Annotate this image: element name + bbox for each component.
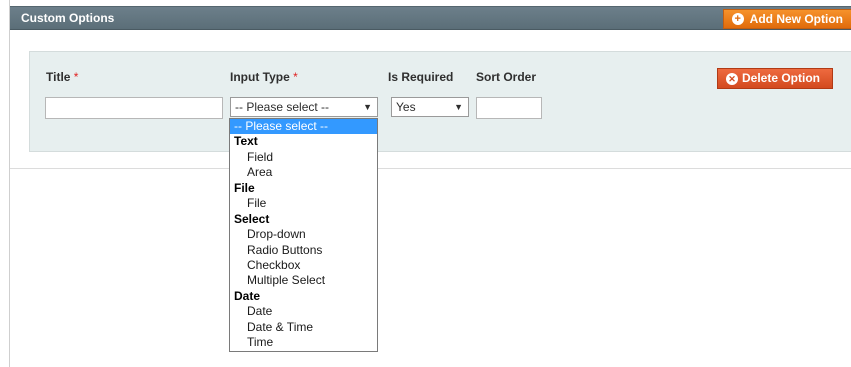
input-type-dropdown-list[interactable]: -- Please select -- Text Field Area File File… xyxy=(229,118,378,352)
title-label: Title * xyxy=(46,70,79,84)
dropdown-option[interactable]: Area xyxy=(230,165,377,180)
dropdown-option[interactable]: File xyxy=(230,196,377,211)
option-row: Title * Input Type * Is Required Sort Or… xyxy=(29,51,851,152)
dropdown-option[interactable]: -- Please select -- xyxy=(230,119,377,135)
add-new-option-button[interactable]: + Add New Option xyxy=(722,9,851,29)
plus-icon: + xyxy=(731,13,744,25)
is-required-label: Is Required xyxy=(388,70,454,84)
dropdown-group-label: Text xyxy=(234,134,258,149)
dropdown-option[interactable]: Checkbox xyxy=(230,258,377,273)
is-required-select[interactable]: Yes ▼ xyxy=(391,97,469,117)
divider xyxy=(10,168,851,169)
add-new-option-label: Add New Option xyxy=(749,12,843,26)
title-input[interactable] xyxy=(45,97,223,119)
custom-options-panel: Custom Options + Add New Option Title * … xyxy=(9,0,851,367)
dropdown-option[interactable]: Drop-down xyxy=(230,227,377,242)
input-type-label: Input Type * xyxy=(230,70,298,84)
close-icon: ✕ xyxy=(726,73,738,85)
dropdown-group-label: Select xyxy=(234,211,270,226)
section-header: Custom Options + Add New Option xyxy=(10,6,851,30)
chevron-down-icon: ▼ xyxy=(363,102,372,112)
dropdown-option[interactable]: Time xyxy=(230,335,377,350)
input-type-select[interactable]: -- Please select -- ▼ xyxy=(230,97,378,117)
dropdown-option[interactable]: Date & Time xyxy=(230,320,377,335)
dropdown-option[interactable]: Multiple Select xyxy=(230,273,377,288)
section-title: Custom Options xyxy=(21,11,115,25)
delete-option-button[interactable]: ✕ Delete Option xyxy=(717,68,833,89)
dropdown-option[interactable]: Date xyxy=(230,304,377,319)
dropdown-option[interactable]: Field xyxy=(230,150,377,165)
sort-order-label: Sort Order xyxy=(476,70,537,84)
dropdown-group-label: File xyxy=(234,180,255,195)
sort-order-input[interactable] xyxy=(476,97,542,119)
chevron-down-icon: ▼ xyxy=(454,102,463,112)
dropdown-group-label: Date xyxy=(234,288,261,303)
dropdown-option[interactable]: Radio Buttons xyxy=(230,243,377,258)
delete-option-label: Delete Option xyxy=(742,71,821,85)
